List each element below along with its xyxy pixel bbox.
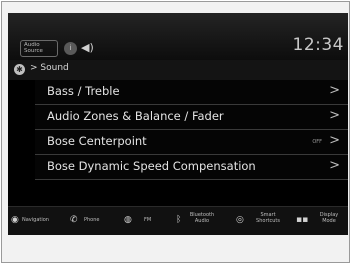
menu-item-audio-zones[interactable]: Audio Zones & Balance / Fader > [35,105,348,130]
sound-menu-list: Bass / Treble > Audio Zones & Balance / … [35,80,348,180]
chevron-right-icon: > [329,108,340,123]
nav-label: Display Mode [319,212,339,224]
menu-item-bose-dynamic-speed[interactable]: Bose Dynamic Speed Compensation > [35,155,348,180]
nav-button-navigation[interactable]: ◉ Navigation [11,211,61,233]
audio-source-button[interactable]: Audio Source [20,40,58,57]
nav-button-display-mode[interactable]: ▪▪ Display Mode [296,211,346,233]
display-mode-icon: ▪▪ [296,215,309,225]
nav-label: Smart Shortcuts [256,212,280,224]
menu-item-bose-centerpoint[interactable]: Bose Centerpoint OFF > [35,130,348,155]
bottom-nav-bar: ◉ Navigation ✆ Phone ◍ FM ᛒ Bluetooth Au… [8,206,348,235]
menu-item-label: Bass / Treble [47,84,120,98]
nav-label: FM [144,217,152,223]
breadcrumb-title: Sound [40,63,69,73]
nav-label: Navigation [22,217,49,223]
chevron-right-icon: > [329,158,340,173]
volume-icon: ◀) [81,41,94,54]
chevron-right-icon: > [329,83,340,98]
navigation-icon: ◉ [11,215,19,225]
nav-button-fm[interactable]: ◍ FM [124,211,160,233]
menu-item-bass-treble[interactable]: Bass / Treble > [35,80,348,105]
nav-label: Bluetooth Audio [189,212,215,224]
breadcrumb-label: > Sound [30,63,69,73]
nav-label: Phone [84,217,100,223]
figure-frame: Audio Source i ◀) 12:34 ✱ > Sound Bass /… [1,1,350,263]
info-icon[interactable]: i [64,42,77,55]
radio-icon: ◍ [124,215,132,225]
status-badge: OFF [312,139,322,145]
menu-item-label: Bose Dynamic Speed Compensation [47,159,256,173]
nav-button-smart-shortcuts[interactable]: ◎ Smart Shortcuts [236,211,290,233]
status-bar: Audio Source i ◀) 12:34 [8,13,348,60]
phone-icon: ✆ [70,215,78,225]
breadcrumb: ✱ > Sound [8,60,348,80]
menu-item-label: Audio Zones & Balance / Fader [47,109,224,123]
chevron-right-icon: > [329,133,340,148]
clock: 12:34 [292,35,344,55]
bluetooth-icon: ᛒ [176,215,182,225]
menu-item-label: Bose Centerpoint [47,134,147,148]
nav-button-bluetooth-audio[interactable]: ᛒ Bluetooth Audio [176,211,228,233]
nav-button-phone[interactable]: ✆ Phone [70,211,112,233]
shortcuts-icon: ◎ [236,215,244,225]
infotainment-screen: Audio Source i ◀) 12:34 ✱ > Sound Bass /… [8,13,348,235]
gear-icon[interactable]: ✱ [14,64,25,75]
